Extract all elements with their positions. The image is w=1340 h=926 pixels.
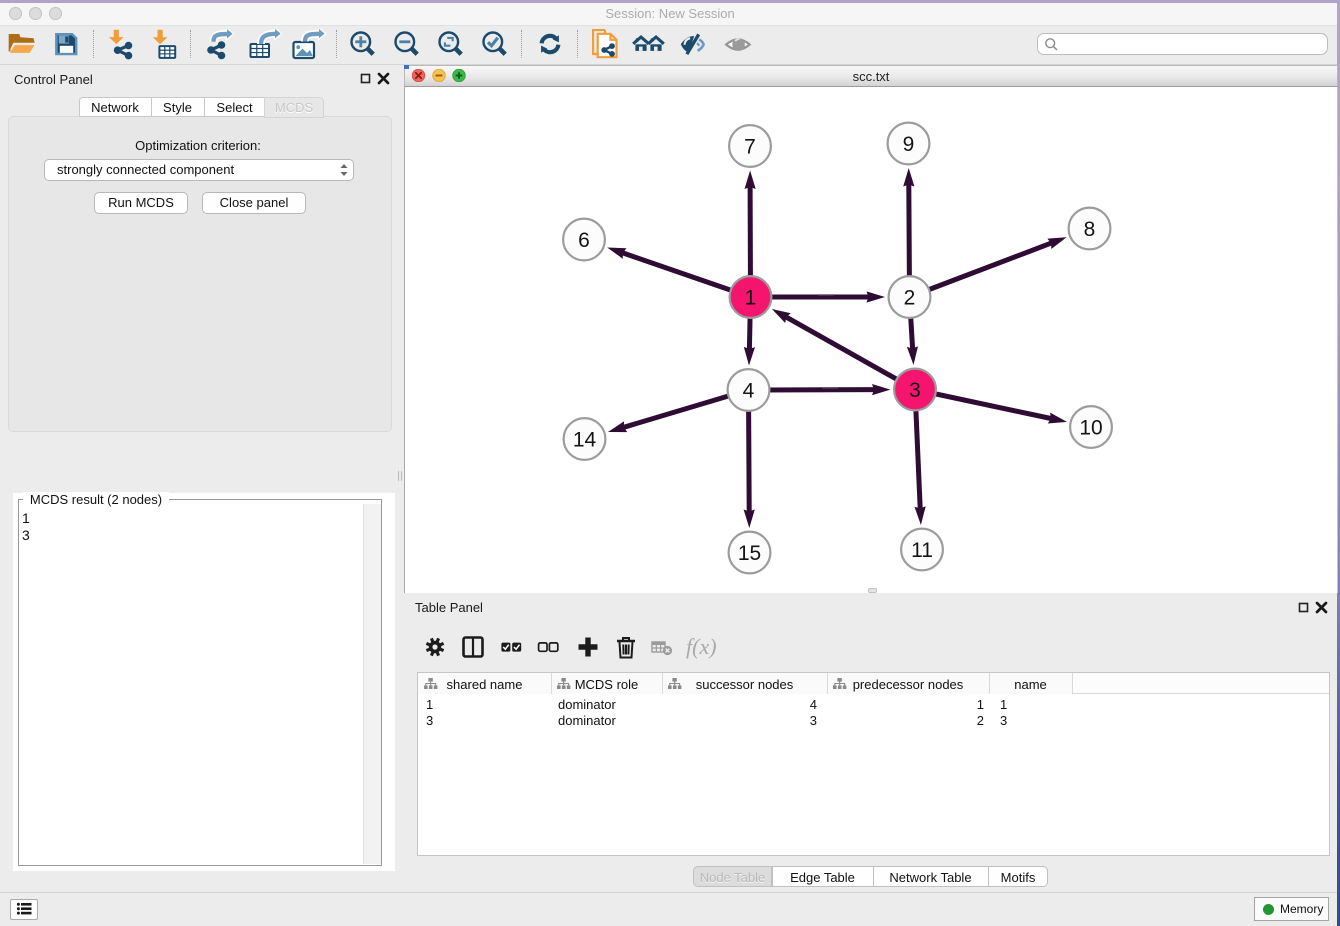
svg-text:15: 15 [738,542,761,565]
svg-text:7: 7 [744,136,756,159]
svg-text:14: 14 [573,429,597,452]
svg-text:4: 4 [743,380,755,403]
svg-text:2: 2 [904,287,916,310]
svg-text:9: 9 [903,133,915,156]
svg-text:11: 11 [911,539,933,562]
svg-text:8: 8 [1084,218,1096,241]
svg-text:10: 10 [1079,417,1102,440]
svg-text:1: 1 [745,287,757,310]
svg-text:3: 3 [909,379,921,402]
svg-text:6: 6 [578,229,590,252]
